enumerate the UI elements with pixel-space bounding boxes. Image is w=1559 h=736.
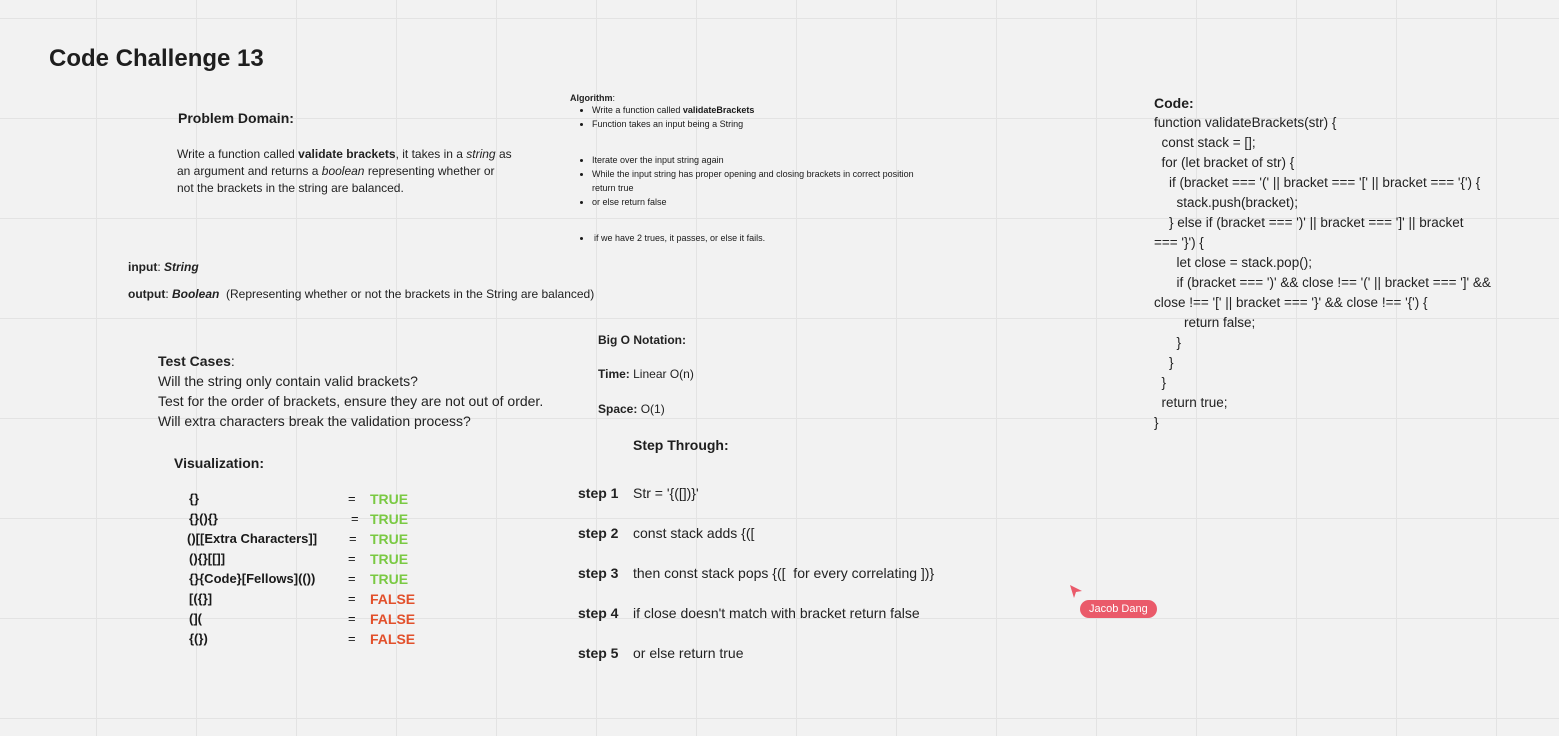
code-line: } xyxy=(1154,335,1182,350)
viz-expression: {(}) xyxy=(189,631,208,646)
code-line: if (bracket === '(' || bracket === '[' |… xyxy=(1154,175,1481,190)
big-o-time: Time: Linear O(n) xyxy=(598,367,694,381)
test-cases-heading: Test Cases: xyxy=(158,353,235,369)
viz-expression: ()[[Extra Characters]] xyxy=(187,531,318,546)
list-item: Will the string only contain valid brack… xyxy=(158,373,418,389)
list-item: Test for the order of brackets, ensure t… xyxy=(158,393,544,409)
list-item: Write a function called validateBrackets xyxy=(592,103,990,117)
viz-expression: (){}[[]] xyxy=(189,551,226,566)
visualization-table: {} = TRUE {}(){} = TRUE ()[[Extra Charac… xyxy=(187,489,429,654)
step-label: step 2 xyxy=(578,525,619,541)
test-cases: Test Cases: Will the string only contain… xyxy=(158,351,543,431)
viz-expression: (]( xyxy=(189,611,202,626)
list-item: or else return false xyxy=(592,195,990,209)
viz-expression: [({}] xyxy=(189,591,213,606)
code-line: return false; xyxy=(1154,315,1256,330)
code-line: } xyxy=(1154,355,1174,370)
step-text: then const stack pops {([ for every corr… xyxy=(633,565,935,581)
board-title: Code Challenge 13 xyxy=(49,45,264,72)
code-heading: Code: xyxy=(1154,95,1194,111)
list-item: Iterate over the input string again xyxy=(592,153,990,167)
viz-result: TRUE xyxy=(370,531,409,547)
viz-result: FALSE xyxy=(370,591,416,607)
viz-result: FALSE xyxy=(370,631,416,647)
collaborator-cursor-label: Jacob Dang xyxy=(1080,600,1157,618)
code-line: const stack = []; xyxy=(1154,135,1256,150)
problem-domain-heading: Problem Domain: xyxy=(178,110,294,126)
viz-result: TRUE xyxy=(370,551,409,567)
viz-equals: = xyxy=(348,631,356,646)
step-label: step 3 xyxy=(578,565,619,581)
algorithm-note: Algorithm: Write a function called valid… xyxy=(570,93,990,245)
cursor-arrow-icon xyxy=(1068,583,1084,604)
big-o-heading: Big O Notation: xyxy=(598,333,686,347)
code-line: function validateBrackets(str) { xyxy=(1154,115,1337,130)
algorithm-list: Write a function called validateBrackets… xyxy=(570,103,990,245)
input-spec: input: String xyxy=(128,260,199,274)
list-item: While the input string has proper openin… xyxy=(592,167,990,195)
list-item: Function takes an input being a String xyxy=(592,117,990,131)
code-line: } else if (bracket === ')' || bracket ==… xyxy=(1154,215,1464,230)
visualization-heading: Visualization: xyxy=(174,455,264,471)
code-line: for (let bracket of str) { xyxy=(1154,155,1295,170)
code-line: stack.push(bracket); xyxy=(1154,195,1299,210)
step-text: if close doesn't match with bracket retu… xyxy=(633,605,920,621)
code-line: === '}') { xyxy=(1154,235,1204,250)
big-o-space: Space: O(1) xyxy=(598,402,665,416)
step-through-list: step 1 Str = '{([])}' step 2 const stack… xyxy=(578,483,998,673)
viz-expression: {}{Code}[Fellows](()) xyxy=(189,571,316,586)
viz-result: TRUE xyxy=(370,571,409,587)
viz-equals: = xyxy=(348,611,356,626)
step-label: step 1 xyxy=(578,485,619,501)
list-item: if we have 2 trues, it passes, or else i… xyxy=(592,231,990,245)
viz-equals: = xyxy=(348,491,356,506)
step-text: const stack adds {([ xyxy=(633,525,755,541)
algorithm-heading: Algorithm: xyxy=(570,93,616,103)
viz-equals: = xyxy=(348,571,356,586)
code-line: close !== '[' || bracket === '}' && clos… xyxy=(1154,295,1428,310)
viz-equals: = xyxy=(348,591,356,606)
step-text: Str = '{([])}' xyxy=(633,485,699,501)
step-text: or else return true xyxy=(633,645,744,661)
code-line: } xyxy=(1154,375,1167,390)
viz-expression: {}(){} xyxy=(189,511,218,526)
viz-equals: = xyxy=(351,511,359,526)
step-through-heading: Step Through: xyxy=(633,437,729,453)
viz-equals: = xyxy=(349,531,357,546)
code-line: if (bracket === ')' && close !== '(' || … xyxy=(1154,275,1491,290)
code-line: return true; xyxy=(1154,395,1228,410)
list-item: Will extra characters break the validati… xyxy=(158,413,471,429)
viz-expression: {} xyxy=(189,491,200,506)
viz-equals: = xyxy=(348,551,356,566)
viz-result: TRUE xyxy=(370,511,409,527)
step-label: step 4 xyxy=(578,605,619,621)
step-label: step 5 xyxy=(578,645,619,661)
code-line: } xyxy=(1154,415,1159,430)
viz-result: TRUE xyxy=(370,491,409,507)
output-spec: output: Boolean (Representing whether or… xyxy=(128,287,595,301)
viz-result: FALSE xyxy=(370,611,416,627)
problem-domain-text: Write a function called validate bracket… xyxy=(177,147,512,195)
code-block: function validateBrackets(str) { const s… xyxy=(1154,113,1544,433)
code-line: let close = stack.pop(); xyxy=(1154,255,1312,270)
